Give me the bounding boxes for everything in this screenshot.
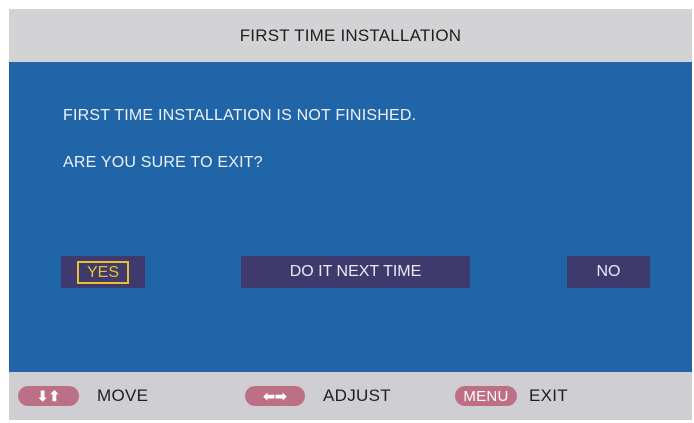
adjust-hint: ⬅➡ ADJUST (245, 372, 391, 420)
help-bar: ⬇⬆ MOVE ⬅➡ ADJUST MENU EXIT (9, 372, 692, 420)
menu-key-badge: MENU (455, 386, 517, 406)
exit-label: EXIT (529, 386, 568, 405)
osd-screen: FIRST TIME INSTALLATION FIRST TIME INSTA… (9, 9, 692, 420)
move-hint: ⬇⬆ MOVE (18, 372, 148, 420)
exit-hint: MENU EXIT (455, 372, 568, 420)
message-line-2: ARE YOU SURE TO EXIT? (63, 154, 263, 171)
message-line-1: FIRST TIME INSTALLATION IS NOT FINISHED. (63, 107, 417, 124)
up-down-arrows-icon: ⬇⬆ (18, 386, 79, 406)
move-label: MOVE (97, 386, 149, 405)
page-title: FIRST TIME INSTALLATION (239, 25, 462, 45)
adjust-label: ADJUST (323, 386, 391, 405)
title-bar: FIRST TIME INSTALLATION (9, 9, 692, 62)
yes-button[interactable]: YES (61, 256, 145, 288)
no-button[interactable]: NO (567, 256, 650, 288)
left-right-arrows-icon: ⬅➡ (245, 386, 305, 406)
do-it-next-time-button[interactable]: DO IT NEXT TIME (241, 256, 470, 288)
confirm-dialog: FIRST TIME INSTALLATION IS NOT FINISHED.… (9, 62, 692, 372)
yes-button-label: YES (76, 260, 129, 284)
